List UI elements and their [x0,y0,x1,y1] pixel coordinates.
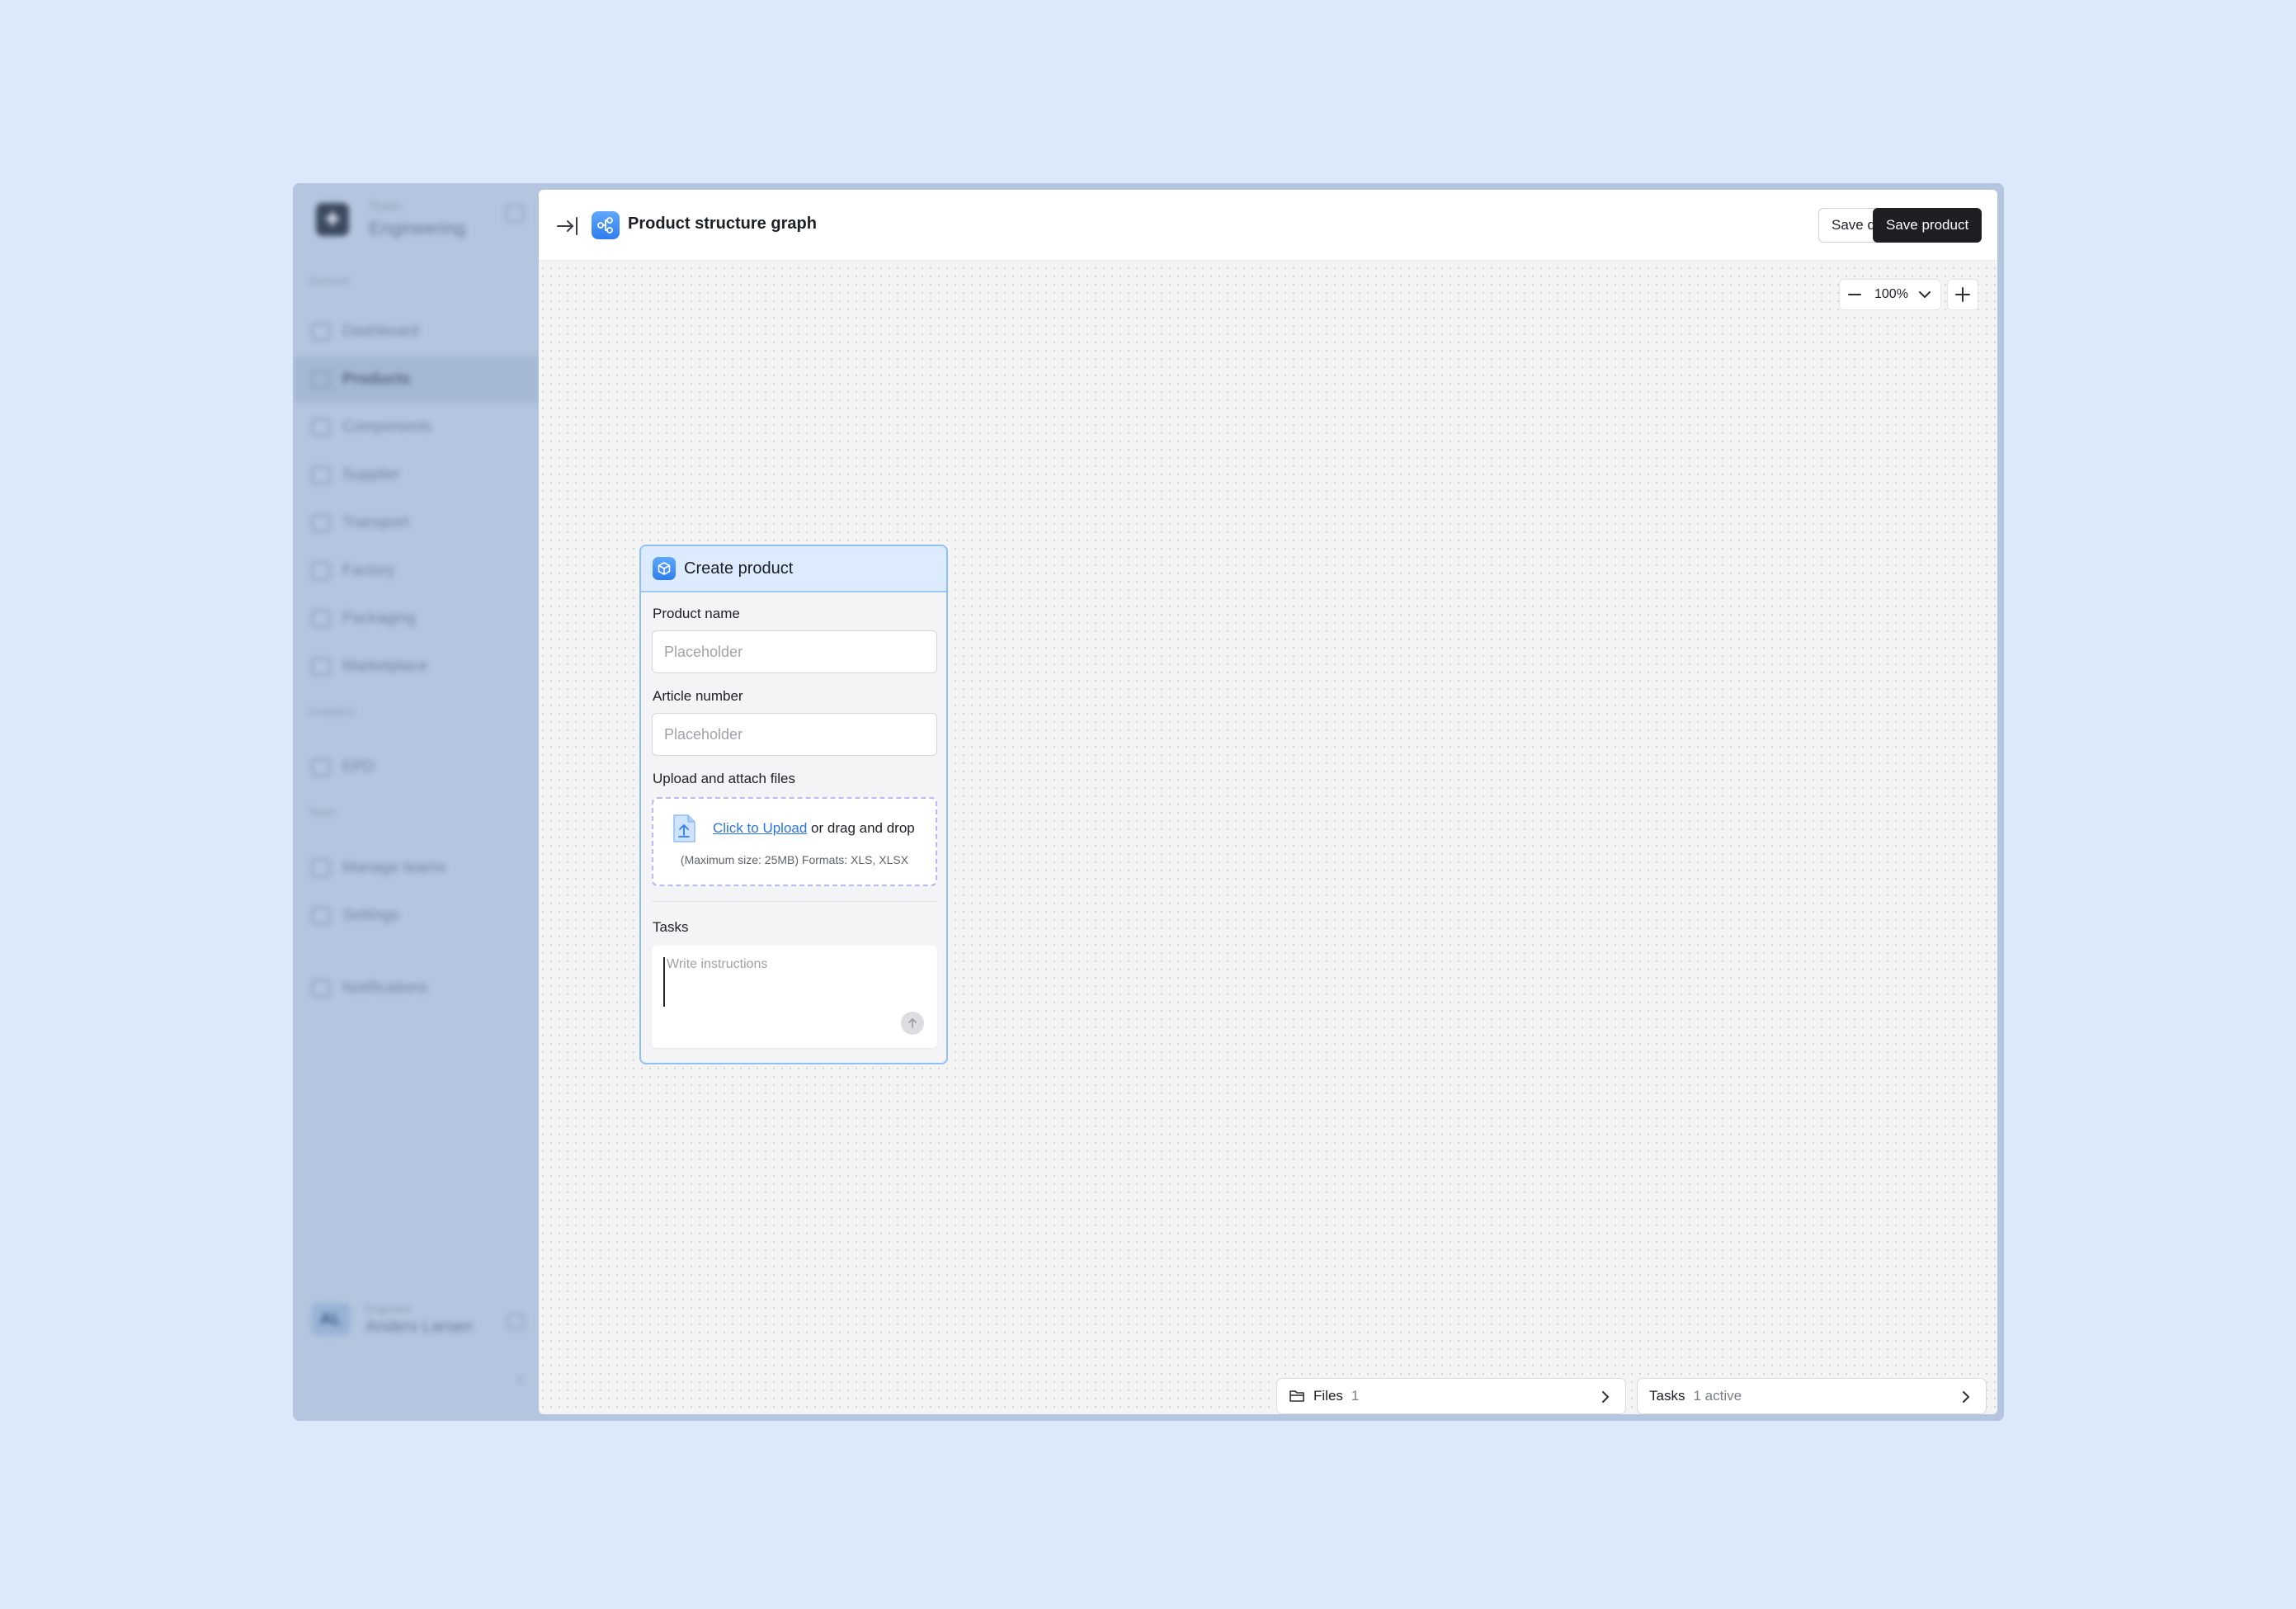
chevron-right-icon [1597,1389,1614,1405]
graph-canvas[interactable]: Product structure graph Save draft Save … [539,190,1997,1414]
workspace-logo: ✚ [316,203,349,236]
tasks-panel-label: Tasks [1649,1388,1685,1404]
sidebar-item-label: Notifications [342,979,428,997]
workspace-type: Team [369,200,402,214]
factory-icon [311,562,331,580]
tasks-label: Tasks [653,919,689,935]
teams-icon [311,859,331,877]
product-name-label: Product name [653,606,740,621]
sidebar-item-factory[interactable]: Factory [293,548,539,594]
folder-icon [1289,1389,1305,1404]
chevron-down-icon[interactable] [1916,286,1933,303]
section-general: General [308,274,349,287]
sidebar: ✚ Team Engineering General Dashboard Pro… [293,183,539,1421]
article-number-label: Article number [653,688,743,704]
page-header: Product structure graph Save draft Save … [539,190,1997,261]
sidebar-item-manage-teams[interactable]: Manage teams [293,845,539,891]
sidebar-item-label: Products [342,370,411,388]
sidebar-item-label: Manage teams [342,859,446,876]
avatar: AL [311,1303,351,1336]
upload-label: Upload and attach files [653,771,795,786]
upload-file-icon [672,814,696,843]
user-name: Anders Larsen [365,1318,474,1336]
tasks-composer [652,946,937,1048]
workspace-switcher[interactable]: ✚ Team Engineering [316,200,465,239]
components-icon [311,418,331,436]
file-dropzone[interactable]: Click to Upload or drag and drop (Maximu… [652,797,937,886]
sidebar-item-label: Supplier [342,466,400,484]
sidebar-item-settings[interactable]: Settings [293,893,539,939]
files-count: 1 [1351,1388,1360,1404]
create-product-node[interactable]: Create product Product name Article numb… [639,545,948,1064]
sidebar-item-marketplace[interactable]: Marketplace [293,644,539,690]
products-icon [311,370,331,389]
upload-hint: (Maximum size: 25MB) Formats: XLS, XLSX [680,853,909,866]
bell-icon [311,979,331,998]
sidebar-item-label: Components [342,418,431,436]
click-to-upload-link[interactable]: Click to Upload [713,820,807,836]
expand-sidebar-icon[interactable] [555,215,580,238]
sidebar-item-label: Factory [342,562,395,579]
graph-icon [592,211,620,239]
marketplace-icon [311,658,331,676]
sidebar-item-packaging[interactable]: Packaging [293,596,539,642]
workspace-name: Engineering [369,218,466,238]
packaging-icon [311,610,331,628]
files-label: Files [1313,1388,1343,1404]
chevron-right-icon [1958,1389,1974,1405]
node-title: Create product [684,559,794,578]
sidebar-toggle-icon[interactable] [506,205,524,223]
sidebar-item-notifications[interactable]: Notifications [293,965,539,1012]
sidebar-item-components[interactable]: Components [293,404,539,451]
zoom-in-icon[interactable] [1947,279,1978,310]
tasks-panel[interactable]: Tasks 1 active [1637,1378,1987,1414]
article-number-input[interactable] [652,713,937,756]
sidebar-item-transport[interactable]: Transport [293,500,539,546]
product-name-input[interactable] [652,630,937,673]
sidebar-item-label: Transport [342,514,409,531]
user-profile[interactable]: AL Engineer Anders Larsen [311,1302,473,1337]
section-analytics: Analytics [308,705,355,718]
zoom-level: 100% [1874,287,1908,301]
sidebar-item-supplier[interactable]: Supplier [293,452,539,498]
sidebar-item-label: Settings [342,907,399,924]
collapse-sidebar-icon[interactable]: ‹ [518,1368,524,1390]
transport-icon [311,514,331,532]
sidebar-item-label: Dashboard [342,323,419,340]
sidebar-item-epd[interactable]: EPD [293,744,539,790]
sidebar-item-label: Packaging [342,610,416,627]
sidebar-item-products[interactable]: Products [293,356,539,403]
sidebar-item-label: EPD [342,758,375,776]
divider [652,901,937,902]
settings-icon [311,907,331,925]
send-button[interactable] [901,1012,924,1035]
sidebar-item-dashboard[interactable]: Dashboard [293,309,539,355]
epd-icon [311,758,331,776]
tasks-count: 1 active [1693,1388,1742,1404]
dashboard-icon [311,323,331,341]
node-header[interactable]: Create product [641,546,946,592]
supplier-icon [311,466,331,484]
zoom-control: 100% [1839,279,1941,310]
user-menu-icon[interactable] [507,1314,524,1330]
sidebar-item-label: Marketplace [342,658,428,675]
save-product-button[interactable]: Save product [1873,208,1982,243]
files-panel[interactable]: Files 1 [1276,1378,1626,1414]
instructions-textarea[interactable] [663,957,911,1007]
zoom-out-icon[interactable] [1840,280,1869,309]
user-role: Engineer [365,1302,413,1315]
page-title: Product structure graph [628,215,817,233]
box-icon [653,557,676,580]
section-team: Team [308,805,337,819]
upload-instruction: or drag and drop [807,820,915,836]
app-window: ✚ Team Engineering General Dashboard Pro… [293,183,2004,1421]
